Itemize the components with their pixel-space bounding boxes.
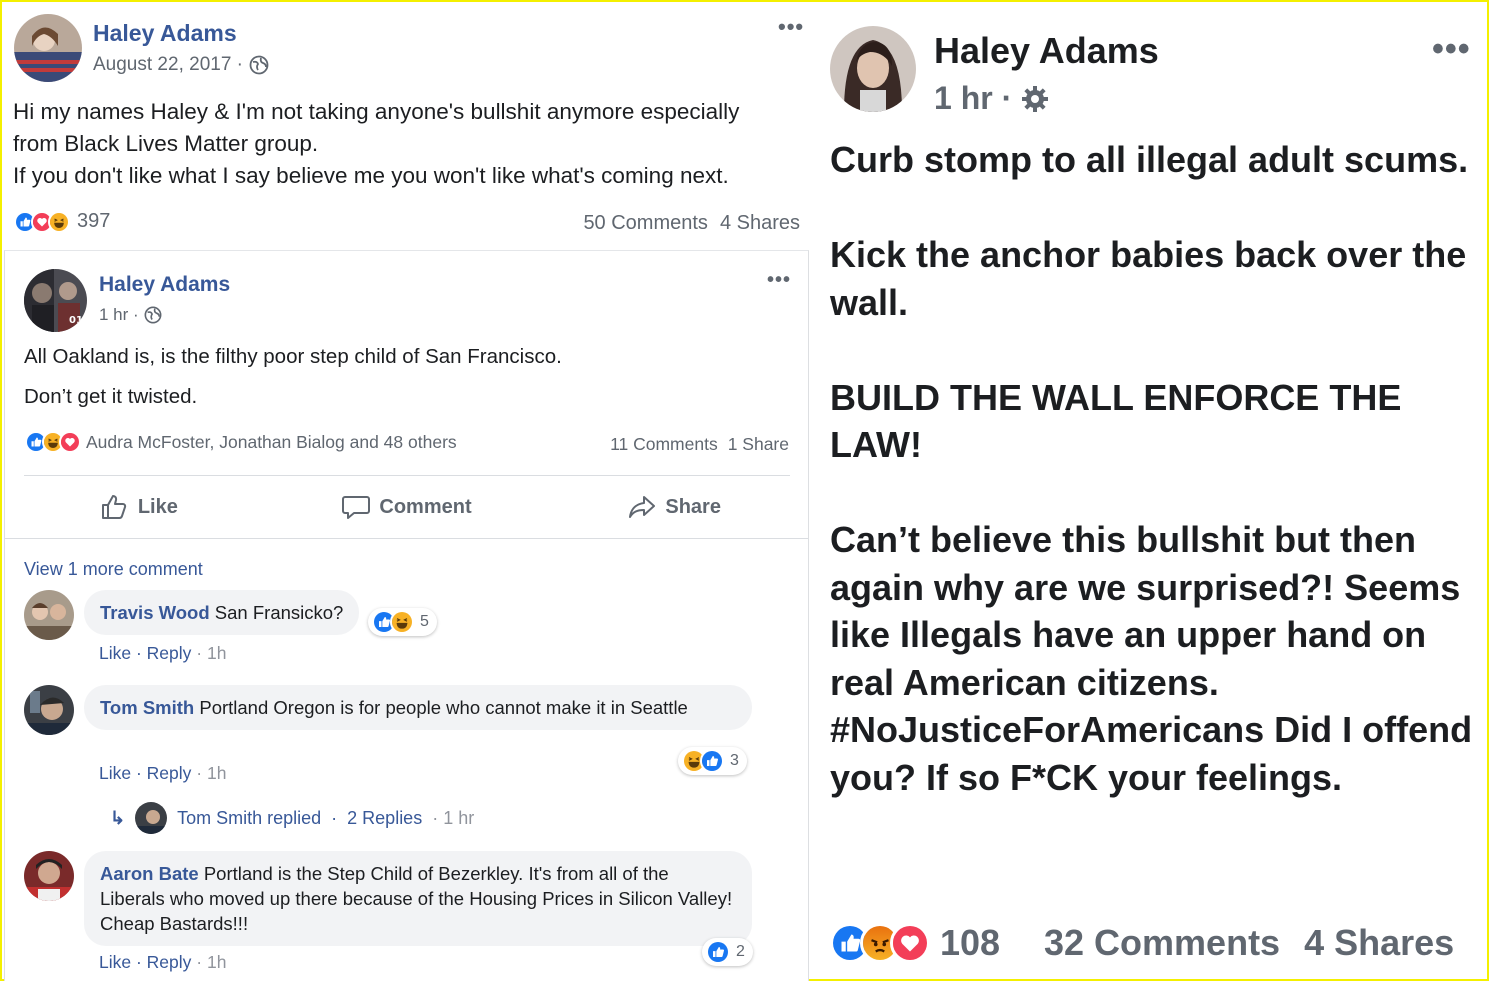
comment-time[interactable]: 1h — [207, 763, 226, 783]
thumbs-up-icon — [101, 495, 126, 519]
post-text: Hi my names Haley & I'm not taking anyon… — [13, 99, 740, 188]
haha-reaction-icon — [390, 610, 414, 634]
more-options-icon[interactable]: ••• — [767, 269, 791, 292]
post-stats: 50 Comments 4 Shares — [583, 212, 800, 235]
comment-text: Portland Oregon is for people who cannot… — [199, 697, 688, 718]
post-stats: 32 Comments 4 Shares — [1044, 922, 1454, 964]
comment-bubble: Aaron Bate Portland is the Step Child of… — [84, 851, 752, 946]
more-options-icon[interactable]: ••• — [1432, 30, 1471, 69]
reply-arrow-icon: ↳ — [110, 807, 126, 828]
comment-reply-link[interactable]: Reply — [147, 952, 192, 972]
comment-icon — [342, 496, 371, 519]
post-meta: August 22, 2017 · — [93, 54, 269, 76]
commenter-name[interactable]: Tom Smith — [100, 697, 194, 718]
comment-actions: Like · Reply · 1h — [99, 643, 227, 663]
share-arrow-icon — [629, 496, 656, 518]
commenter-avatar[interactable] — [24, 590, 74, 640]
like-reaction-icon — [700, 749, 724, 773]
comment: Tom Smith Portland Oregon is for people … — [24, 685, 764, 795]
post-time[interactable]: 1 hr · — [99, 305, 139, 325]
post-stats: 11 Comments 1 Share — [610, 434, 789, 455]
comment: Aaron Bate Portland is the Step Child of… — [24, 851, 764, 981]
replies-time: 1 hr — [443, 807, 475, 828]
haha-reaction-icon — [48, 210, 70, 233]
gear-icon — [1022, 85, 1049, 112]
divider — [24, 475, 790, 476]
post-text-line-1: All Oakland is, is the filthy poor step … — [24, 345, 562, 368]
reaction-summary[interactable]: 108 — [830, 922, 1000, 964]
paragraph-2: Kick the anchor babies back over the wal… — [830, 234, 1467, 323]
replied-name[interactable]: Tom Smith replied — [177, 808, 321, 829]
replier-avatar — [135, 802, 168, 834]
view-more-comments-link[interactable]: View 1 more comment — [24, 559, 203, 580]
comment-like-link[interactable]: Like — [99, 763, 131, 783]
globe-icon — [249, 55, 269, 75]
commenter-name[interactable]: Travis Wood — [100, 602, 210, 623]
like-reaction-icon — [706, 940, 730, 964]
replies-summary[interactable]: ↳ Tom Smith replied · 2 Replies · 1 hr — [110, 802, 474, 834]
comment-reply-link[interactable]: Reply — [147, 763, 192, 783]
comment-time[interactable]: 1h — [207, 952, 226, 972]
post-meta: 1 hr · — [934, 80, 1050, 117]
post-time[interactable]: 1 hr · — [934, 80, 1012, 117]
post-card-3: Haley Adams 1 hr · ••• Curb stomp to all… — [812, 2, 1487, 979]
divider — [5, 538, 808, 539]
action-bar: Like Comment Share — [5, 477, 808, 537]
comment-reply-link[interactable]: Reply — [147, 643, 192, 663]
comment-reactions[interactable]: 2 — [702, 938, 753, 966]
more-options-icon[interactable]: ••• — [778, 14, 804, 40]
reaction-count: 397 — [77, 210, 111, 232]
replies-count[interactable]: 2 Replies — [347, 808, 422, 829]
commenter-name[interactable]: Aaron Bate — [100, 863, 199, 884]
paragraph-3: BUILD THE WALL ENFORCE THE LAW! — [830, 376, 1402, 466]
post-card-1: Haley Adams August 22, 2017 · ••• Hi my … — [2, 2, 810, 250]
author-name[interactable]: Haley Adams — [99, 273, 230, 297]
paragraph-4: Can’t believe this bullshit but then aga… — [830, 519, 1473, 798]
love-reaction-icon — [59, 431, 81, 453]
comments-count[interactable]: 50 Comments — [583, 212, 708, 235]
reaction-names[interactable]: Audra McFoster, Jonathan Bialog and 48 o… — [86, 432, 457, 453]
love-reaction-icon — [890, 923, 930, 963]
comment-button[interactable]: Comment — [273, 477, 541, 537]
paragraph-1: Curb stomp to all illegal adult scums. — [830, 139, 1469, 180]
post-date[interactable]: August 22, 2017 · — [93, 54, 243, 76]
author-avatar[interactable]: 01 — [24, 269, 87, 332]
comment-text: San Fransicko? — [214, 602, 344, 623]
commenter-avatar[interactable] — [24, 851, 74, 901]
post-text-line-2: Don’t get it twisted. — [24, 385, 198, 408]
post-meta: 1 hr · — [99, 305, 162, 325]
share-button[interactable]: Share — [540, 477, 808, 537]
reaction-summary[interactable]: Audra McFoster, Jonathan Bialog and 48 o… — [25, 431, 457, 453]
reaction-count: 108 — [940, 922, 1001, 963]
comment-reactions[interactable]: 3 — [678, 747, 747, 775]
comment-bubble: Travis Wood San Fransicko? — [84, 590, 360, 635]
globe-icon — [144, 306, 162, 324]
shares-count[interactable]: 4 Shares — [1304, 922, 1454, 964]
comments-count[interactable]: 11 Comments — [610, 434, 718, 455]
shares-count[interactable]: 1 Share — [728, 434, 789, 455]
comment-bubble: Tom Smith Portland Oregon is for people … — [84, 685, 752, 730]
comment-reactions[interactable]: 5 — [368, 608, 437, 636]
author-avatar[interactable] — [14, 14, 82, 82]
shares-count[interactable]: 4 Shares — [720, 212, 800, 235]
author-avatar[interactable] — [830, 26, 916, 112]
comment-time[interactable]: 1h — [207, 643, 226, 663]
comment-like-link[interactable]: Like — [99, 952, 131, 972]
svg-text:01: 01 — [69, 315, 83, 326]
comments-count[interactable]: 32 Comments — [1044, 922, 1280, 964]
comment-like-link[interactable]: Like — [99, 643, 131, 663]
comment-actions: Like · Reply · 1h — [99, 952, 227, 972]
post-text: Curb stomp to all illegal adult scums. K… — [830, 136, 1480, 801]
commenter-avatar[interactable] — [24, 685, 74, 735]
comment-actions: Like · Reply · 1h — [99, 763, 227, 783]
author-name[interactable]: Haley Adams — [93, 20, 237, 47]
post-card-2: 01 Haley Adams 1 hr · ••• All Oakland is… — [4, 250, 809, 981]
author-name[interactable]: Haley Adams — [934, 30, 1159, 72]
like-button[interactable]: Like — [5, 477, 273, 537]
comment: Travis Wood San Fransicko? 5 Like · Repl… — [24, 590, 724, 670]
reaction-summary[interactable]: 397 — [14, 210, 110, 233]
